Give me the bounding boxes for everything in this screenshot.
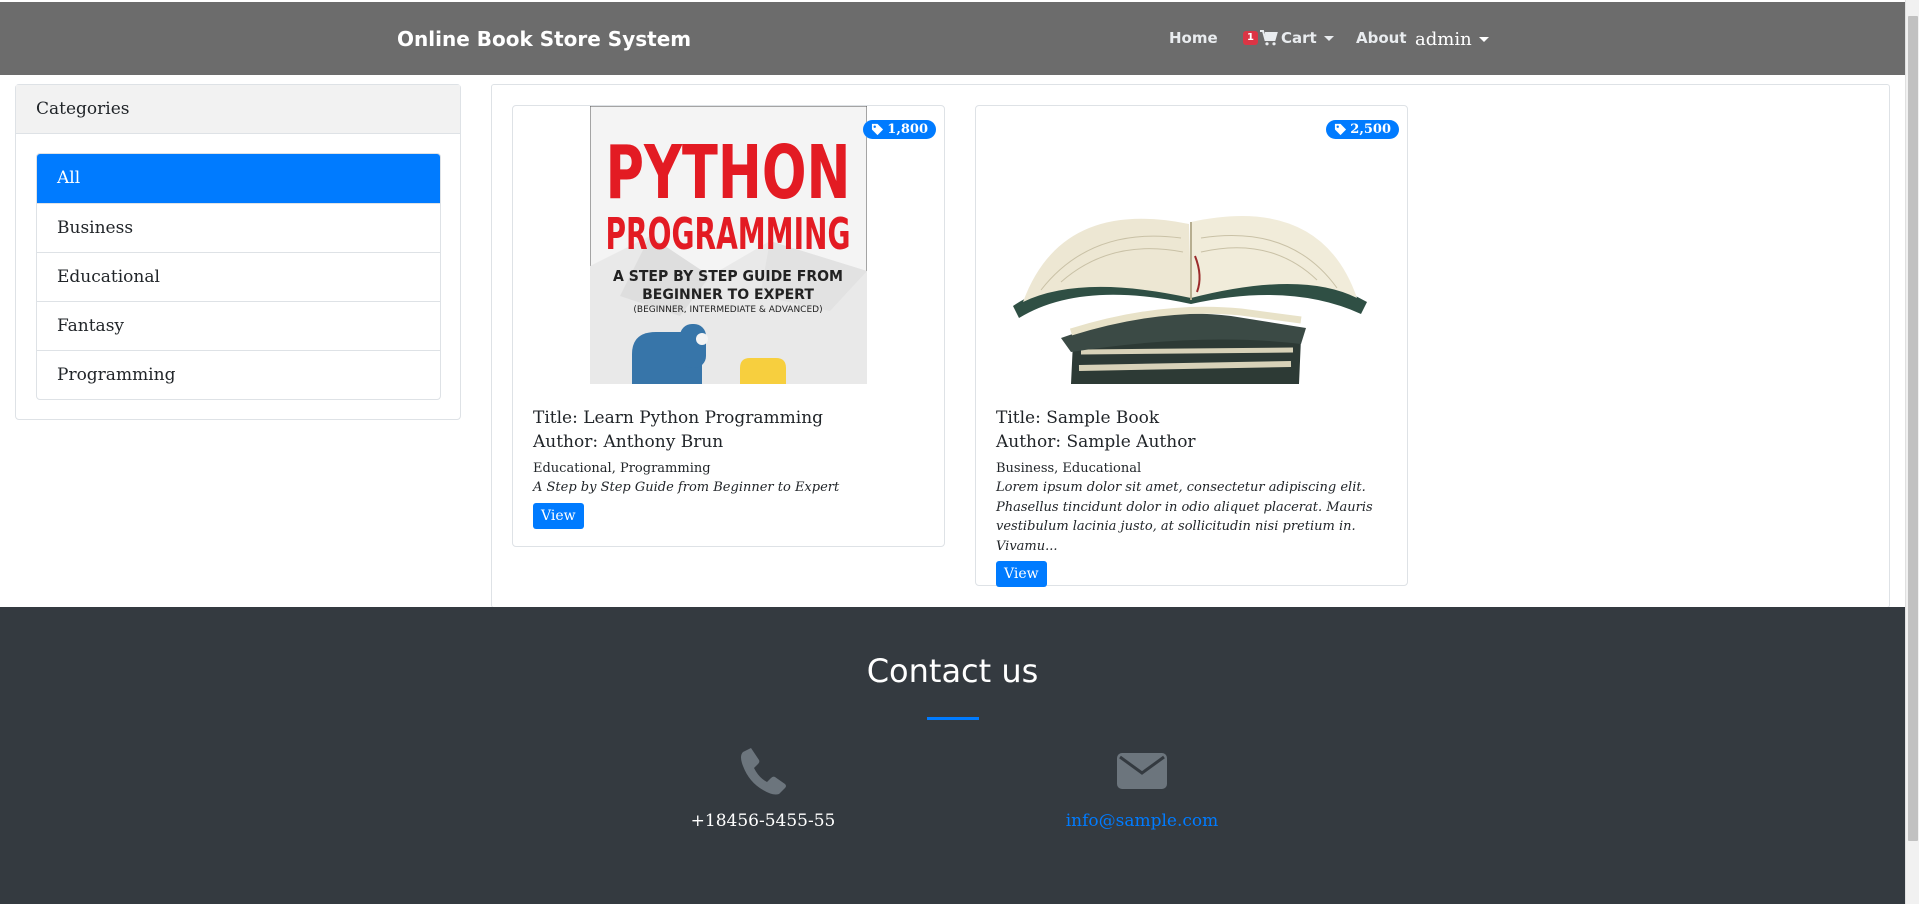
book-categories: Business, Educational <box>996 461 1142 476</box>
page-scrollbar[interactable] <box>1905 0 1919 904</box>
price-value: 1,800 <box>887 122 928 137</box>
caret-down-icon <box>1478 37 1489 42</box>
category-item-educational[interactable]: Educational <box>37 252 440 301</box>
contact-email-link[interactable]: info@sample.com <box>1042 811 1242 831</box>
book-author: Author: Anthony Brun <box>533 432 724 452</box>
view-book-button[interactable]: View <box>533 502 584 529</box>
svg-text:(BEGINNER, INTERMEDIATE & ADVA: (BEGINNER, INTERMEDIATE & ADVANCED) <box>633 305 822 315</box>
category-item-fantasy[interactable]: Fantasy <box>37 301 440 350</box>
caret-down-icon <box>1323 35 1334 41</box>
user-menu-dropdown[interactable]: admin <box>1415 29 1489 50</box>
cart-count-badge: 1 <box>1243 31 1258 45</box>
price-badge: 2,500 <box>1326 120 1399 139</box>
book-card: 2,500 Title: Sample Book Author: Sample … <box>975 105 1408 587</box>
book-cover-image: PYTHON PROGRAMMING A STEP BY STEP GUIDE … <box>590 106 867 384</box>
book-description: A Step by Step Guide from Beginner to Ex… <box>533 480 840 495</box>
book-author: Author: Sample Author <box>996 432 1196 452</box>
svg-text:PROGRAMMING: PROGRAMMING <box>606 209 851 260</box>
svg-text:BEGINNER TO EXPERT: BEGINNER TO EXPERT <box>642 287 814 303</box>
phone-icon <box>741 748 786 795</box>
python-book-cover: PYTHON PROGRAMMING A STEP BY STEP GUIDE … <box>590 106 867 384</box>
price-badge: 1,800 <box>863 120 936 139</box>
view-book-button[interactable]: View <box>996 561 1047 587</box>
tag-icon <box>1335 123 1347 136</box>
category-item-business[interactable]: Business <box>37 203 440 252</box>
title-underline <box>927 717 979 720</box>
nav-home-link[interactable]: Home <box>1169 29 1218 47</box>
category-list: All Business Educational Fantasy Program… <box>36 153 441 400</box>
nav-cart-dropdown[interactable]: 1 Cart <box>1243 29 1334 47</box>
book-categories: Educational, Programming <box>533 461 711 476</box>
categories-header: Categories <box>16 85 460 134</box>
price-value: 2,500 <box>1350 122 1391 137</box>
book-card-body: Title: Learn Python Programming Author: … <box>533 406 928 529</box>
category-item-programming[interactable]: Programming <box>37 350 440 399</box>
cart-label: Cart <box>1280 29 1317 47</box>
book-card-body: Title: Sample Book Author: Sample Author… <box>996 406 1391 587</box>
nav-about-link[interactable]: About <box>1356 29 1407 47</box>
user-name: admin <box>1415 29 1472 50</box>
cart-icon <box>1259 30 1278 46</box>
top-navbar: Online Book Store System Home 1 Cart Abo… <box>0 2 1905 75</box>
scrollbar-thumb[interactable] <box>1908 16 1918 841</box>
svg-text:PYTHON: PYTHON <box>606 130 851 216</box>
book-title: Title: Learn Python Programming <box>533 408 824 428</box>
category-item-all[interactable]: All <box>37 154 440 203</box>
brand-link[interactable]: Online Book Store System <box>397 27 691 51</box>
book-title: Title: Sample Book <box>996 408 1160 428</box>
book-cover-image <box>1001 106 1384 384</box>
book-description: Lorem ipsum dolor sit amet, consectetur … <box>996 480 1373 554</box>
contact-phone: +18456-5455-55 <box>690 811 836 831</box>
contact-title: Contact us <box>866 652 1039 690</box>
svg-text:A STEP BY STEP GUIDE FROM: A STEP BY STEP GUIDE FROM <box>613 267 843 285</box>
envelope-icon <box>1117 753 1167 789</box>
tag-icon <box>872 123 884 136</box>
book-card: PYTHON PROGRAMMING A STEP BY STEP GUIDE … <box>512 105 945 547</box>
contact-footer: Contact us +18456-5455-55 info@sample.co… <box>0 607 1905 904</box>
open-book-stack-image <box>1001 106 1384 384</box>
categories-panel: Categories All Business Educational Fant… <box>15 84 461 420</box>
